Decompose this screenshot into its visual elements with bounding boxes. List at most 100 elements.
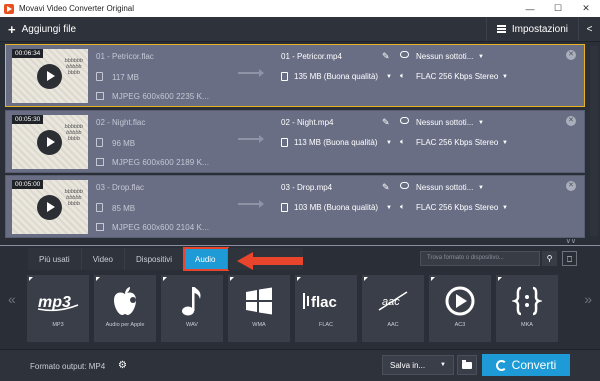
format-search-input[interactable]: Trova formato o dispositivo... (420, 251, 540, 266)
output-format-label: Formato output: MP4 (30, 362, 106, 371)
output-size-icon (281, 72, 288, 81)
scrollbar[interactable] (590, 46, 598, 236)
chevron-down-icon[interactable]: ▼ (386, 140, 392, 146)
subtitles-dropdown[interactable]: Nessun sottoti... (416, 183, 473, 192)
thumbnail-stamp: bbbbbb bbbbb bbbb (64, 189, 83, 207)
edit-pencil-icon[interactable]: ✎ (382, 51, 390, 62)
video-info-icon (96, 92, 104, 100)
preset-corner-icon (230, 277, 234, 281)
preset-flac[interactable]: flac FLAC (295, 275, 357, 342)
chevron-down-icon[interactable]: ▼ (478, 120, 484, 126)
remove-file-icon[interactable]: ✕ (566, 181, 576, 191)
convert-arrow-icon (238, 69, 264, 77)
tab-devices[interactable]: Dispositivi (125, 248, 185, 270)
play-icon[interactable] (37, 64, 62, 89)
preset-wma[interactable]: WMA (228, 275, 290, 342)
gear-icon[interactable]: ⚙ (118, 360, 127, 371)
open-folder-button[interactable] (457, 355, 477, 375)
file-row-3[interactable]: bbbbbb bbbbb bbbb 00:05:00 03 - Drop.flac … (5, 175, 585, 238)
device-detect-icon[interactable]: ⎕ (562, 251, 577, 266)
windows-icon (234, 284, 284, 318)
thumbnail[interactable]: bbbbbb bbbbb bbbb 00:06:34 (12, 49, 88, 103)
output-size-dropdown[interactable]: 103 MB (Buona qualità) (294, 203, 378, 212)
preset-aac[interactable]: aac AAC (362, 275, 424, 342)
add-files-button[interactable]: + Aggiungi file (8, 23, 76, 36)
remove-file-icon[interactable]: ✕ (566, 50, 576, 60)
thumbnail[interactable]: bbbbbb bbbbb bbbb 00:05:00 (12, 180, 88, 234)
tab-audio[interactable]: Audio (183, 247, 229, 271)
output-file-name: 02 - Night.mp4 (281, 118, 334, 127)
collapse-chevron-icon[interactable]: ∨∨ (566, 237, 576, 245)
preset-apple[interactable]: Audio per Apple (94, 275, 156, 342)
play-icon[interactable] (37, 130, 62, 155)
save-location-dropdown[interactable]: Salva in... ▼ (382, 355, 454, 375)
output-file-name: 03 - Drop.mp4 (281, 183, 333, 192)
output-size-dropdown[interactable]: 135 MB (Buona qualità) (294, 72, 378, 81)
preset-label: MKA (521, 322, 533, 328)
chevron-down-icon[interactable]: ▼ (386, 205, 392, 211)
edit-pencil-icon[interactable]: ✎ (382, 182, 390, 193)
maximize-button[interactable]: ☐ (544, 0, 572, 17)
toolbar: + Aggiungi file Impostazioni < (0, 17, 600, 42)
previous-presets-icon[interactable]: « (8, 291, 16, 307)
window-title: Movavi Video Converter Original (19, 4, 135, 13)
close-window-button[interactable]: ✕ (572, 0, 600, 17)
subtitles-dropdown[interactable]: Nessun sottoti... (416, 52, 473, 61)
chevron-down-icon[interactable]: ▼ (478, 185, 484, 191)
convert-arrow-icon (238, 135, 264, 143)
audio-track-dropdown[interactable]: FLAC 256 Kbps Stereo (416, 72, 498, 81)
folder-icon (462, 359, 472, 369)
settings-button[interactable]: Impostazioni (485, 17, 578, 41)
search-icon[interactable]: ⚲ (542, 251, 557, 266)
edit-pencil-icon[interactable]: ✎ (382, 117, 390, 128)
bottom-bar: Formato output: MP4 ⚙ Salva in... ▼ Conv… (0, 349, 600, 381)
svg-text:aac: aac (382, 296, 400, 308)
output-file-name: 01 - Petricor.mp4 (281, 52, 342, 61)
svg-text:flac: flac (311, 294, 337, 311)
preset-ac3[interactable]: AC3 (429, 275, 491, 342)
file-row-1[interactable]: bbbbbb bbbbb bbbb 00:06:34 01 - Petricor.f… (5, 44, 585, 107)
output-size-dropdown[interactable]: 113 MB (Buona qualità) (294, 138, 377, 147)
source-file-meta: MJPEG 600x600 2104 K... (112, 223, 210, 232)
subtitles-icon (400, 182, 409, 189)
video-info-icon (96, 158, 104, 166)
preset-mp3[interactable]: mp3 MP3 (27, 275, 89, 342)
chevron-down-icon[interactable]: ▼ (502, 74, 508, 80)
preset-wav[interactable]: WAV (161, 275, 223, 342)
audio-track-dropdown[interactable]: FLAC 256 Kbps Stereo (416, 138, 498, 147)
preset-label: WAV (186, 322, 198, 328)
tab-video[interactable]: Video (81, 248, 126, 270)
chevron-down-icon[interactable]: ▼ (502, 205, 508, 211)
thumbnail[interactable]: bbbbbb bbbbb bbbb 00:05:30 (12, 115, 88, 169)
mp3-icon: mp3 (33, 284, 83, 318)
preset-mka[interactable]: MKA (496, 275, 558, 342)
preset-corner-icon (297, 277, 301, 281)
share-icon: < (586, 23, 593, 35)
preset-corner-icon (29, 277, 33, 281)
mka-icon (502, 284, 552, 318)
red-arrow-annotation-icon (237, 252, 303, 270)
file-row-2[interactable]: bbbbbb bbbbb bbbb 00:05:30 02 - Night.flac… (5, 110, 585, 173)
output-size-icon (281, 203, 288, 212)
audio-track-dropdown[interactable]: FLAC 256 Kbps Stereo (416, 203, 498, 212)
source-file-meta: MJPEG 600x600 2189 K... (112, 158, 210, 167)
convert-arrow-icon (238, 200, 264, 208)
preset-list: mp3 MP3 Audio per Apple WAV WMA flac FLA… (27, 275, 558, 342)
convert-button[interactable]: Converti (482, 354, 570, 376)
tab-most-used[interactable]: Più usati (28, 248, 82, 270)
subtitles-dropdown[interactable]: Nessun sottoti... (416, 118, 473, 127)
next-presets-icon[interactable]: » (584, 291, 592, 307)
flac-icon: flac (301, 284, 351, 318)
menu-icon (496, 25, 506, 33)
remove-file-icon[interactable]: ✕ (566, 116, 576, 126)
chevron-down-icon[interactable]: ▼ (386, 74, 392, 80)
source-file-name: 02 - Night.flac (96, 118, 146, 127)
video-info-icon (96, 223, 104, 231)
chevron-down-icon[interactable]: ▼ (478, 54, 484, 60)
minimize-button[interactable]: — (516, 0, 544, 17)
duration: 00:06:34 (12, 49, 44, 58)
file-list: bbbbbb bbbbb bbbb 00:06:34 01 - Petricor.f… (0, 42, 600, 245)
share-button[interactable]: < (578, 17, 600, 41)
play-icon[interactable] (37, 195, 62, 220)
chevron-down-icon[interactable]: ▼ (502, 140, 508, 146)
